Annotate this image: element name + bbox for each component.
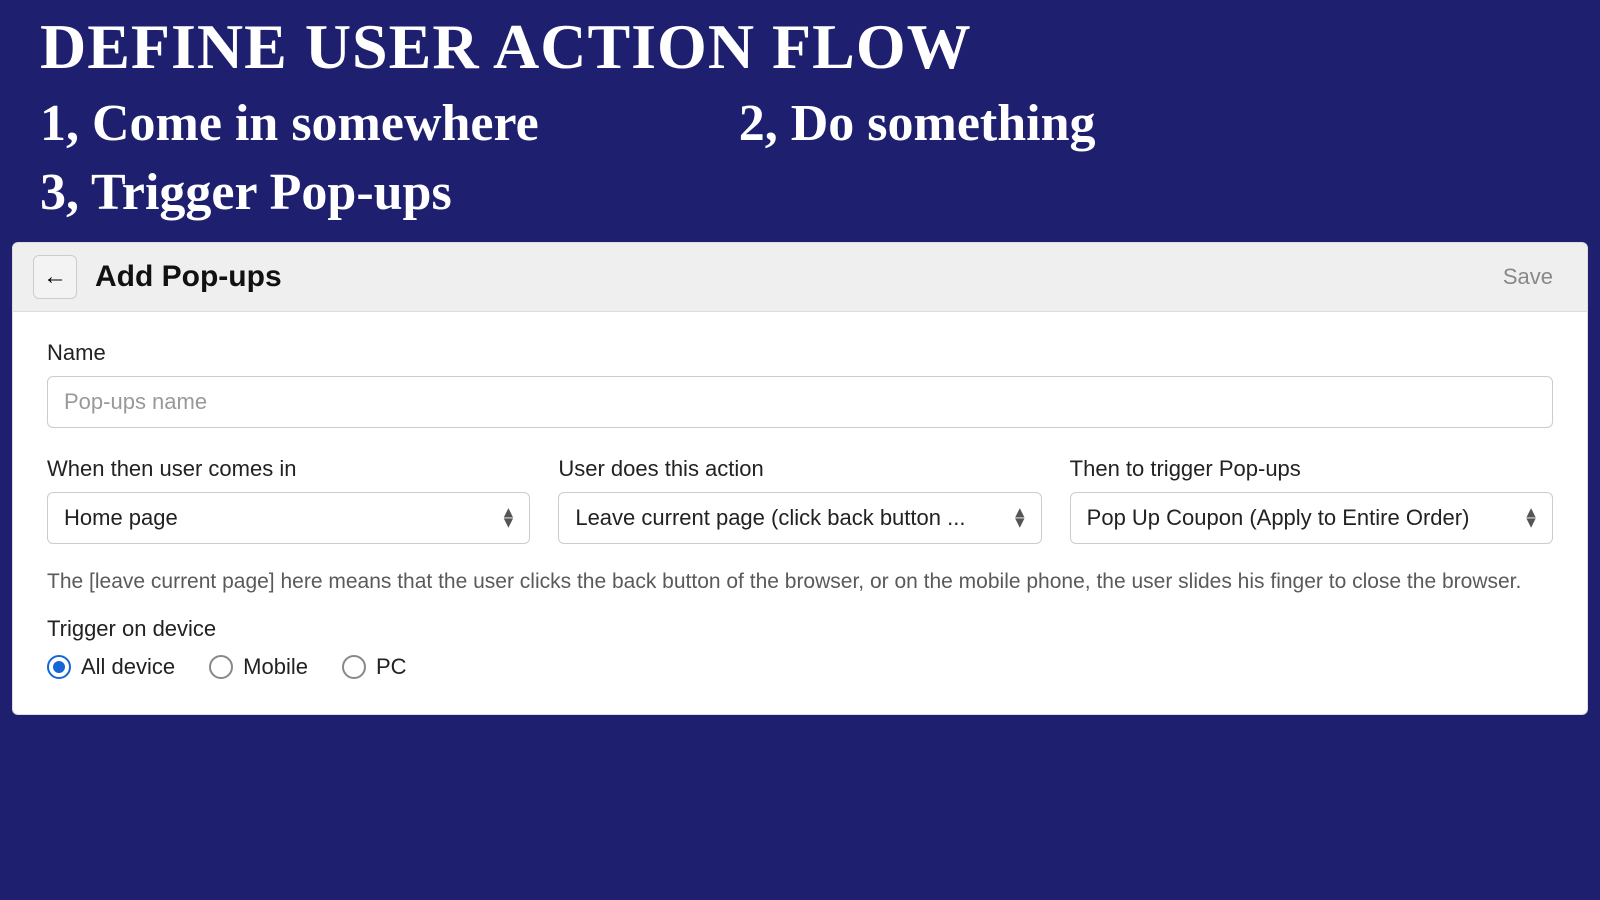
action-select[interactable]: Leave current page (click back button ..… <box>558 492 1041 544</box>
slide-step-1: 1, Come in somewhere <box>40 94 539 153</box>
back-button[interactable]: ← <box>33 255 77 299</box>
device-radio-pc[interactable]: PC <box>342 654 407 680</box>
radio-icon <box>47 655 71 679</box>
action-column: User does this action Leave current page… <box>558 456 1041 544</box>
when-select-value: Home page <box>64 505 178 531</box>
name-input[interactable] <box>47 376 1553 428</box>
when-column: When then user comes in Home page ▲▼ <box>47 456 530 544</box>
when-label: When then user comes in <box>47 456 530 482</box>
slide-step-2: 2, Do something <box>739 94 1096 153</box>
action-select-value: Leave current page (click back button ..… <box>575 505 965 531</box>
trigger-label: Then to trigger Pop-ups <box>1070 456 1553 482</box>
slide-header: DEFINE USER ACTION FLOW 1, Come in somew… <box>0 0 1600 242</box>
panel-body: Name When then user comes in Home page ▲… <box>12 312 1588 715</box>
device-label: Trigger on device <box>47 616 1553 642</box>
device-radio-pc-label: PC <box>376 654 407 680</box>
trigger-select[interactable]: Pop Up Coupon (Apply to Entire Order) <box>1070 492 1553 544</box>
panel-title: Add Pop-ups <box>95 260 1471 294</box>
trigger-select-value: Pop Up Coupon (Apply to Entire Order) <box>1087 505 1470 531</box>
back-arrow-icon: ← <box>43 263 67 291</box>
name-label: Name <box>47 340 1553 366</box>
slide-title: DEFINE USER ACTION FLOW <box>40 10 1560 84</box>
device-radio-mobile[interactable]: Mobile <box>209 654 308 680</box>
device-radio-mobile-label: Mobile <box>243 654 308 680</box>
radio-icon <box>342 655 366 679</box>
help-text: The [leave current page] here means that… <box>47 566 1553 598</box>
select-row: When then user comes in Home page ▲▼ Use… <box>47 456 1553 544</box>
save-button[interactable]: Save <box>1489 256 1567 298</box>
slide-step-3: 3, Trigger Pop-ups <box>40 163 452 222</box>
action-label: User does this action <box>558 456 1041 482</box>
panel-header: ← Add Pop-ups Save <box>12 242 1588 312</box>
slide-steps: 1, Come in somewhere 2, Do something 3, … <box>40 94 1560 222</box>
radio-icon <box>209 655 233 679</box>
device-radio-all-label: All device <box>81 654 175 680</box>
trigger-column: Then to trigger Pop-ups Pop Up Coupon (A… <box>1070 456 1553 544</box>
form-panel: ← Add Pop-ups Save Name When then user c… <box>12 242 1588 715</box>
device-radio-group: All device Mobile PC <box>47 654 1553 680</box>
when-select[interactable]: Home page <box>47 492 530 544</box>
device-radio-all[interactable]: All device <box>47 654 175 680</box>
